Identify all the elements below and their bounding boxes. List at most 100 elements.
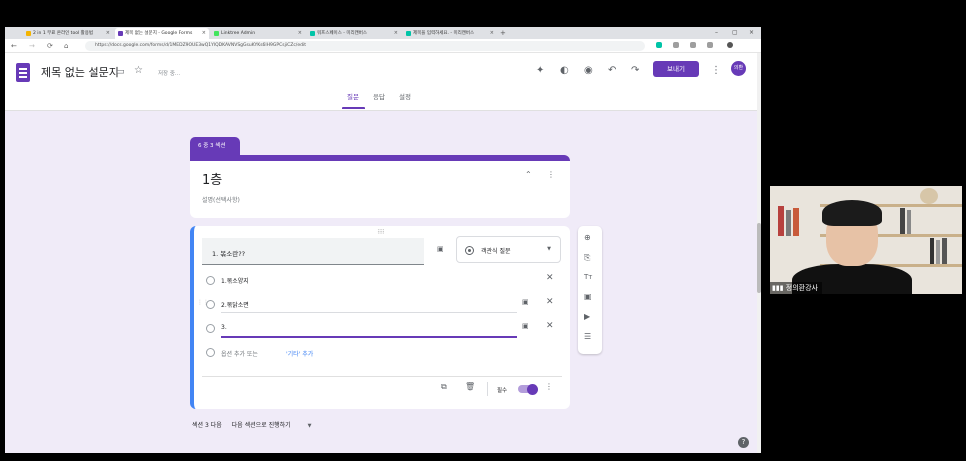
favorites-icon[interactable]	[707, 42, 713, 48]
maximize-icon[interactable]: ▢	[732, 27, 738, 39]
copy-icon[interactable]: ⧉	[441, 382, 447, 392]
tab-close-icon[interactable]: ×	[298, 28, 302, 39]
profile-icon[interactable]	[727, 42, 733, 48]
home-icon[interactable]: ⌂	[64, 41, 68, 51]
browser-tab[interactable]: 워프스페이스 - 미리캔버스 ×	[307, 28, 401, 39]
browser-window: 2 in 1 무료 온라인 tool 활용법 × 제목 없는 설문지 - Goo…	[5, 27, 761, 453]
tab-close-icon[interactable]: ×	[106, 28, 110, 39]
webcam-video: ▮▮▮ 정의환강사	[770, 186, 962, 294]
question-more-icon[interactable]: ⋮	[545, 382, 553, 391]
undo-icon[interactable]: ↶	[608, 65, 616, 77]
palette-icon[interactable]: ◐	[560, 65, 569, 77]
remove-option-icon[interactable]: ✕	[546, 321, 554, 331]
tab-close-icon[interactable]: ×	[490, 28, 494, 39]
option-text[interactable]: 1.볶소양지	[221, 276, 249, 285]
add-option-link[interactable]: 옵션 추가 또는	[221, 349, 258, 358]
add-other-link[interactable]: '기타' 추가	[286, 349, 313, 358]
tab-favicon-icon	[118, 31, 123, 36]
browser-tab[interactable]: 2 in 1 무료 온라인 tool 활용법 ×	[23, 28, 113, 39]
option-text[interactable]: 3.	[221, 324, 227, 331]
add-question-icon[interactable]: ⊕	[584, 233, 591, 242]
tab-favicon-icon	[310, 31, 315, 36]
extension-icon[interactable]	[656, 42, 662, 48]
more-icon[interactable]: ⋮	[711, 65, 721, 77]
chevron-down-icon[interactable]: ▼	[308, 423, 312, 429]
desktop-frame: 2 in 1 무료 온라인 tool 활용법 × 제목 없는 설문지 - Goo…	[0, 0, 966, 461]
preview-icon[interactable]: ◉	[584, 65, 593, 77]
folder-icon[interactable]: ▭	[116, 66, 125, 78]
scrollbar[interactable]	[757, 53, 761, 453]
minimize-icon[interactable]: –	[715, 27, 718, 39]
tab-favicon-icon	[26, 31, 31, 36]
scrollbar-thumb[interactable]	[757, 223, 761, 293]
collapse-icon[interactable]: ⌃	[525, 170, 532, 179]
close-window-icon[interactable]: ×	[749, 27, 754, 39]
radio-circle-icon	[206, 324, 215, 333]
section-title[interactable]: 1층	[202, 169, 222, 188]
image-icon[interactable]: ▣	[437, 245, 444, 253]
section-more-icon[interactable]: ⋮	[547, 170, 555, 179]
book	[793, 208, 799, 236]
option-row[interactable]: 1.볶소양지 ✕	[202, 272, 554, 290]
radio-circle-icon	[206, 276, 215, 285]
help-icon[interactable]: ?	[738, 437, 749, 448]
extension-icon[interactable]	[690, 42, 696, 48]
add-video-icon[interactable]: ▶	[584, 312, 590, 321]
question-card[interactable]: ⠿⠿ 1. 볶소란?? ▣ 객관식 질문 ▼ 1.볶소양지 ✕ ⋮⋮ 2.볶닭소…	[190, 226, 570, 409]
tab-label: Linktree Admin	[221, 31, 256, 36]
signal-icon: ▮▮▮	[772, 284, 784, 292]
option-row[interactable]: 3. ▣ ✕	[202, 320, 554, 338]
avatar[interactable]: 의환	[731, 61, 746, 76]
option-row[interactable]: ⋮⋮ 2.볶닭소면 ▣ ✕	[197, 296, 554, 314]
address-bar: ← → ⟳ ⌂ https://docs.google.com/forms/d/…	[5, 39, 761, 53]
redo-icon[interactable]: ↷	[631, 65, 639, 77]
browser-tab[interactable]: Linktree Admin ×	[211, 28, 305, 39]
back-icon[interactable]: ←	[11, 41, 17, 51]
tab-questions[interactable]: 질문	[347, 91, 359, 101]
form-title[interactable]: 제목 없는 설문지	[41, 64, 119, 80]
active-tab-indicator	[342, 107, 365, 109]
option-text[interactable]: 2.볶닭소면	[221, 300, 249, 309]
question-type-select[interactable]: 객관식 질문 ▼	[456, 236, 561, 263]
tab-label: 워프스페이스 - 미리캔버스	[317, 31, 368, 36]
image-icon[interactable]: ▣	[522, 322, 529, 330]
tab-responses[interactable]: 응답	[373, 91, 385, 101]
addon-icon[interactable]: ✦	[536, 65, 544, 77]
reload-icon[interactable]: ⟳	[47, 41, 53, 51]
star-icon[interactable]: ☆	[134, 65, 143, 77]
import-questions-icon[interactable]: ⎘	[584, 253, 590, 263]
section-header-card[interactable]: 1층 설명(선택사항) ⌃ ⋮	[190, 155, 570, 218]
tab-favicon-icon	[214, 31, 219, 36]
remove-option-icon[interactable]: ✕	[546, 297, 554, 307]
section-description[interactable]: 설명(선택사항)	[202, 195, 240, 204]
browser-tab-active[interactable]: 제목 없는 설문지 - Google Forms ×	[115, 28, 209, 39]
add-image-icon[interactable]: ▣	[584, 292, 592, 301]
remove-option-icon[interactable]: ✕	[546, 273, 554, 283]
tab-label: 제목을 입력하세요. - 미리캔버스	[413, 31, 475, 36]
new-tab-icon[interactable]: +	[500, 27, 506, 39]
book	[778, 206, 784, 236]
form-editor-canvas: 6 중 3 섹션 1층 설명(선택사항) ⌃ ⋮ ⠿⠿ 1. 볶소란?? ▣ 객…	[5, 111, 757, 453]
card-footer-divider	[202, 376, 562, 377]
book	[936, 240, 940, 264]
add-section-icon[interactable]: ☰	[584, 332, 591, 341]
browser-tab[interactable]: 제목을 입력하세요. - 미리캔버스 ×	[403, 28, 497, 39]
tab-settings[interactable]: 설정	[399, 91, 411, 101]
tab-label: 2 in 1 무료 온라인 tool 활용법	[33, 31, 94, 36]
required-toggle[interactable]	[518, 383, 538, 395]
book	[942, 238, 947, 264]
after-section-select[interactable]: 다음 섹션으로 진행하기	[232, 422, 291, 429]
tab-close-icon[interactable]: ×	[202, 28, 206, 39]
tab-close-icon[interactable]: ×	[394, 28, 398, 39]
extension-icon[interactable]	[673, 42, 679, 48]
drag-handle-icon[interactable]: ⠿⠿	[377, 229, 385, 236]
question-title-input[interactable]: 1. 볶소란??	[202, 238, 424, 265]
forms-logo-icon[interactable]	[16, 63, 30, 82]
book	[907, 210, 911, 234]
add-title-icon[interactable]: Tт	[584, 273, 592, 281]
url-input[interactable]: https://docs.google.com/forms/d/1MEDZ9OU…	[85, 41, 645, 51]
forward-icon[interactable]: →	[29, 41, 35, 51]
trash-icon[interactable]: 🗑	[465, 382, 475, 391]
image-icon[interactable]: ▣	[522, 298, 529, 306]
send-button[interactable]: 보내기	[653, 61, 699, 77]
